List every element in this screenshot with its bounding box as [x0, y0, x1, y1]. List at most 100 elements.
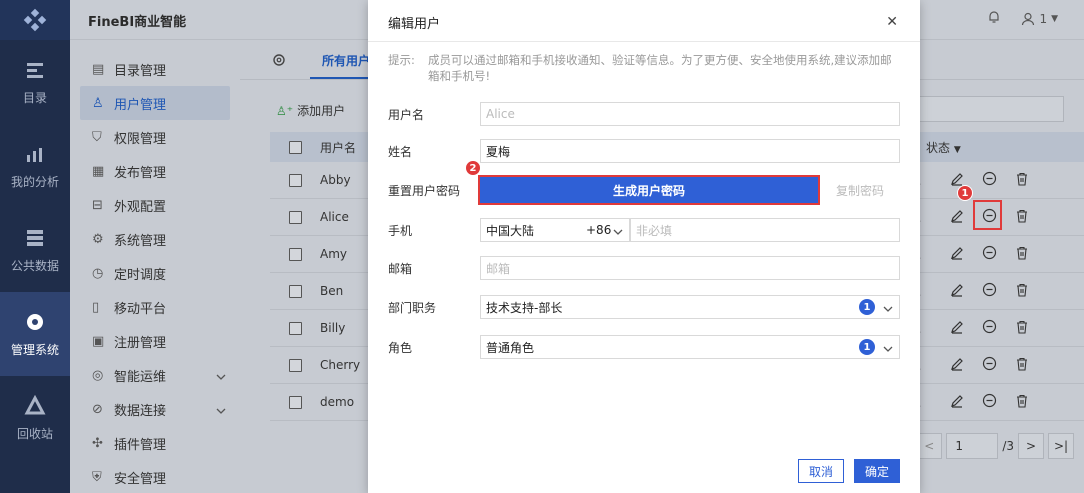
row-username: Billy — [320, 321, 346, 335]
edit-icon[interactable] — [950, 283, 964, 300]
rail-item-admin[interactable]: 管理系统 — [0, 292, 70, 376]
disable-icon[interactable] — [982, 319, 997, 337]
row-checkbox[interactable] — [289, 284, 302, 298]
prev-page-button[interactable]: < — [916, 433, 943, 459]
dialog-title: 编辑用户 — [388, 17, 441, 32]
folder-icon: ▤ — [92, 62, 105, 77]
select-all-checkbox[interactable] — [289, 140, 302, 154]
logo[interactable] — [0, 0, 70, 40]
edit-icon[interactable] — [950, 394, 964, 411]
sidebar-item-schedule[interactable]: ◷ 定时调度 — [70, 256, 240, 290]
rail-label: 回收站 — [16, 426, 53, 441]
sidebar-item-catalog[interactable]: ▤ 目录管理 — [70, 52, 240, 86]
disable-icon[interactable] — [982, 393, 997, 411]
next-page-button[interactable]: > — [1018, 433, 1044, 459]
name-row: 姓名 夏梅 — [388, 138, 900, 164]
col-status[interactable]: 状态 ▼ — [926, 139, 961, 156]
clock-icon: ◷ — [92, 266, 104, 281]
cancel-button[interactable]: 取消 — [798, 459, 844, 483]
gear-icon[interactable] — [272, 53, 286, 70]
col-username[interactable]: 用户名 — [320, 139, 356, 156]
gear-icon: ⚙ — [92, 232, 104, 247]
user-menu[interactable]: 1 ▼ — [1021, 12, 1058, 26]
edit-icon[interactable] — [950, 357, 964, 374]
rail-item-recycle[interactable]: 回收站 — [0, 376, 70, 460]
last-page-button[interactable]: >| — [1048, 433, 1074, 459]
email-input[interactable]: 邮箱 — [480, 256, 900, 280]
sidebar-item-connections[interactable]: ⊘ 数据连接 — [70, 392, 240, 426]
phone-region-select[interactable]: 中国大陆 +86 — [480, 218, 630, 242]
shield-icon: ⛉ — [92, 130, 102, 145]
delete-icon[interactable] — [1015, 357, 1029, 374]
phone-label: 手机 — [388, 223, 413, 238]
sidebar-item-users[interactable]: ♙ 用户管理 — [80, 86, 230, 120]
sidebar-item-permissions[interactable]: ⛉ 权限管理 — [70, 120, 240, 154]
delete-icon[interactable] — [1015, 394, 1029, 411]
role-count-badge: 1 — [859, 339, 875, 355]
username-label: 用户名 — [388, 107, 425, 122]
row-username: demo — [320, 395, 355, 409]
row-checkbox[interactable] — [289, 247, 302, 261]
row-checkbox[interactable] — [289, 210, 302, 224]
name-field[interactable]: 夏梅 — [480, 139, 900, 163]
admin-sidebar: ▤ 目录管理 ♙ 用户管理 ⛉ 权限管理 ▦ 发布管理 ⊟ 外观配置 ⚙ 系统管理 ◷ 定时调… — [70, 40, 240, 493]
bell-icon[interactable] — [987, 10, 1001, 27]
sidebar-item-appearance[interactable]: ⊟ 外观配置 — [70, 188, 240, 222]
delete-icon[interactable] — [1015, 320, 1029, 337]
tab-all-users[interactable]: 所有用户 — [322, 52, 370, 69]
role-label: 角色 — [388, 340, 413, 355]
rail-item-catalog[interactable]: 目录 — [0, 40, 70, 124]
user-label: 1 — [1039, 11, 1048, 26]
sidebar-item-label: 外观配置 — [114, 199, 167, 215]
rail-label: 我的分析 — [10, 174, 59, 189]
row-checkbox[interactable] — [289, 321, 302, 335]
add-user-icon: ♙⁺ — [276, 103, 294, 118]
close-icon[interactable]: ✕ — [886, 14, 898, 30]
sidebar-item-label: 权限管理 — [114, 131, 167, 147]
disable-icon[interactable] — [982, 282, 997, 300]
dept-row: 部门职务 技术支持-部长 1 — [388, 294, 900, 320]
sidebar-item-publish[interactable]: ▦ 发布管理 — [70, 154, 240, 188]
row-checkbox[interactable] — [289, 395, 302, 409]
role-select[interactable]: 普通角色 1 — [480, 335, 900, 359]
register-icon: ▣ — [92, 334, 105, 349]
phone-input[interactable]: 非必填 — [630, 218, 900, 242]
delete-icon[interactable] — [1015, 209, 1029, 226]
name-label: 姓名 — [388, 144, 413, 159]
confirm-button[interactable]: 确定 — [854, 459, 900, 483]
rail-label: 目录 — [22, 90, 47, 105]
rail-item-public-data[interactable]: 公共数据 — [0, 208, 70, 292]
page-total: /3 — [1002, 439, 1014, 453]
sidebar-item-plugins[interactable]: ✣ 插件管理 — [70, 426, 240, 460]
row-checkbox[interactable] — [289, 358, 302, 372]
ops-icon: ◎ — [92, 368, 104, 383]
copy-password-button[interactable]: 复制密码 — [836, 182, 884, 199]
rail-label: 公共数据 — [10, 258, 59, 273]
disable-icon[interactable] — [982, 245, 997, 263]
app-rail: 目录 我的分析 公共数据 管理系统 回收站 — [0, 0, 70, 493]
dialog-header: 编辑用户 ✕ — [368, 0, 920, 42]
delete-icon[interactable] — [1015, 172, 1029, 189]
generate-password-button[interactable]: 生成用户密码 — [478, 175, 820, 205]
row-username: Amy — [320, 247, 347, 261]
rail-item-my-analysis[interactable]: 我的分析 — [0, 124, 70, 208]
disable-icon[interactable] — [982, 171, 997, 189]
row-username: Alice — [320, 210, 349, 224]
disable-icon[interactable] — [982, 356, 997, 374]
edit-icon[interactable] — [950, 209, 964, 226]
row-checkbox[interactable] — [289, 173, 302, 187]
page-input[interactable]: 1 — [946, 433, 999, 459]
edit-icon[interactable] — [950, 320, 964, 337]
sidebar-item-register[interactable]: ▣ 注册管理 — [70, 324, 240, 358]
delete-icon[interactable] — [1015, 246, 1029, 263]
sidebar-item-mobile[interactable]: ▯ 移动平台 — [70, 290, 240, 324]
dept-select[interactable]: 技术支持-部长 1 — [480, 295, 900, 319]
phone-region: 中国大陆 — [486, 223, 535, 238]
sidebar-item-label: 移动平台 — [114, 301, 167, 317]
delete-icon[interactable] — [1015, 283, 1029, 300]
sidebar-item-system[interactable]: ⚙ 系统管理 — [70, 222, 240, 256]
sidebar-item-security[interactable]: ⛨ 安全管理 — [70, 460, 240, 493]
edit-icon[interactable] — [950, 246, 964, 263]
sidebar-item-ops[interactable]: ◎ 智能运维 — [70, 358, 240, 392]
add-user-button[interactable]: ♙⁺ 添加用户 — [276, 102, 345, 119]
